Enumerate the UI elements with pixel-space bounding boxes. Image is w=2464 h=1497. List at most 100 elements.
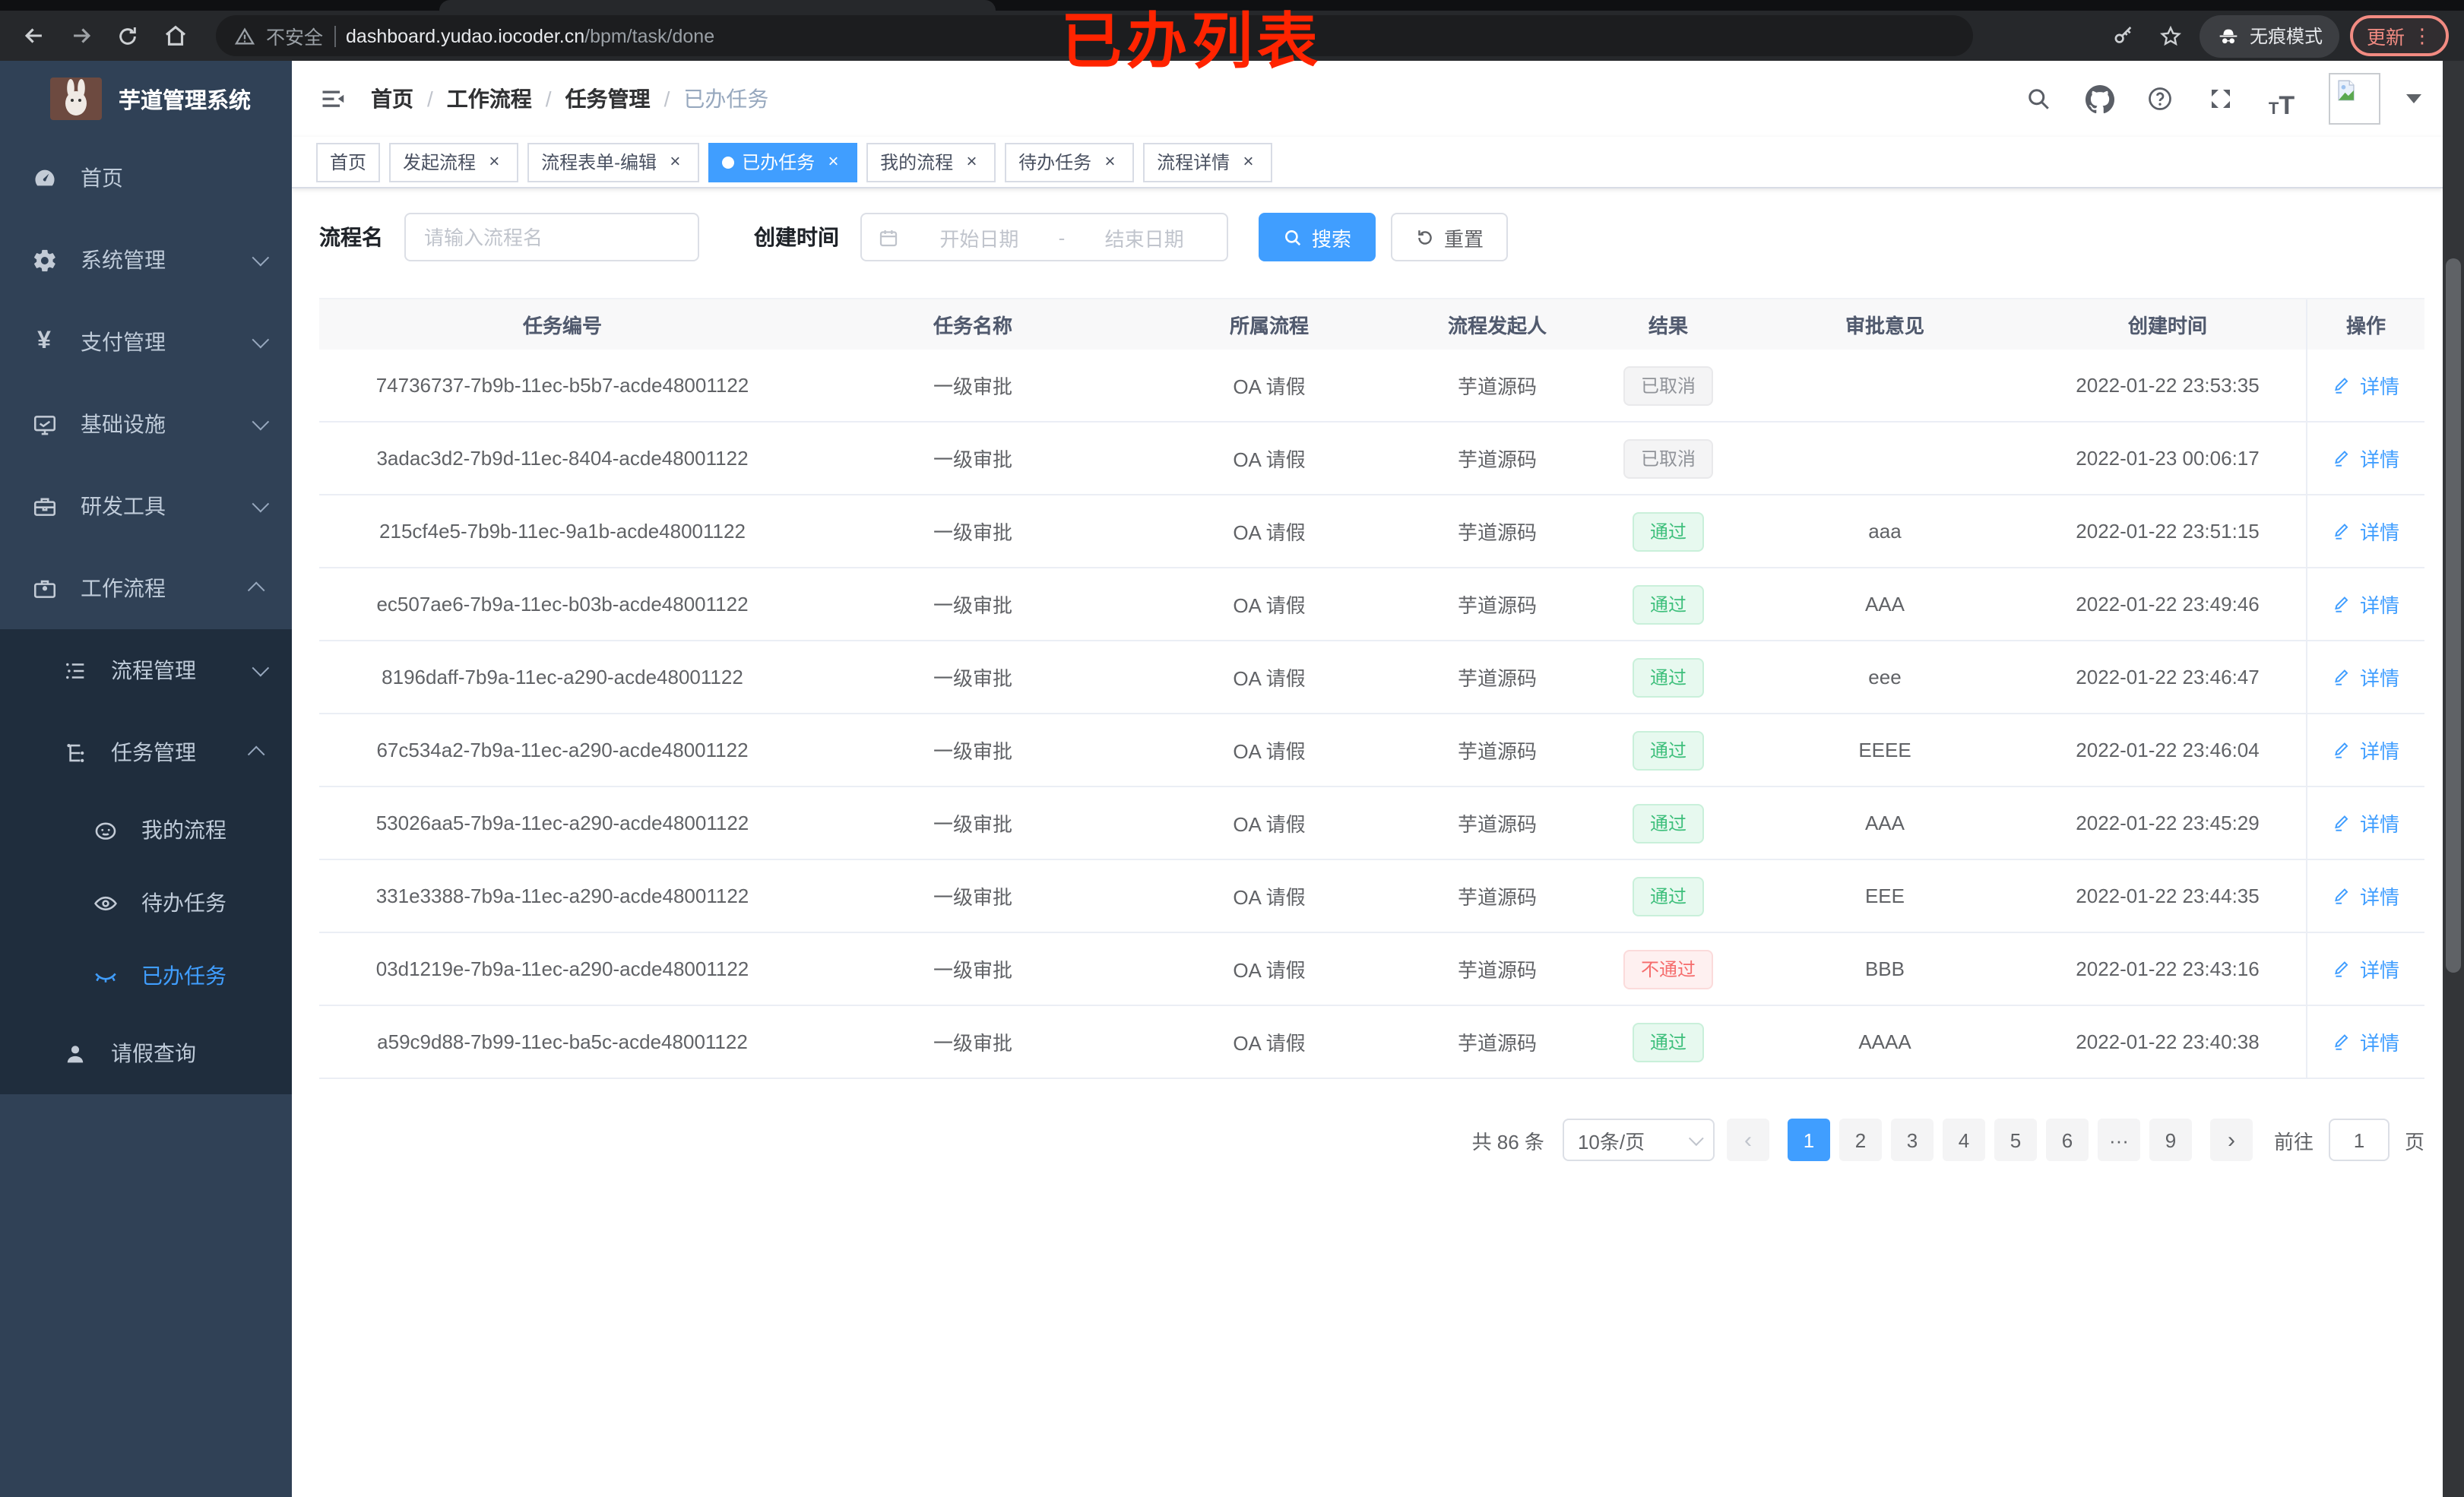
sidebar-item-home[interactable]: 首页 [0,137,292,219]
page-size-select[interactable]: 10条/页 [1562,1119,1715,1161]
page-more[interactable]: ··· [2097,1119,2140,1161]
result-tag: 通过 [1633,803,1703,843]
forward-icon[interactable] [62,17,99,54]
breadcrumb-home[interactable]: 首页 [371,84,413,114]
date-range-input[interactable]: 开始日期 - 结束日期 [860,213,1228,261]
detail-link[interactable]: 详情 [2333,809,2399,837]
sidebar-item-task-mgmt[interactable]: 任务管理 [0,711,292,793]
help-icon[interactable] [2140,79,2180,119]
sidebar-item-payment[interactable]: ¥ 支付管理 [0,301,292,383]
cell-task-name: 一级审批 [933,813,1012,836]
tab-todo-tasks[interactable]: 待办任务 × [1005,142,1135,182]
page-6[interactable]: 6 [2045,1119,2089,1161]
bookmark-star-icon[interactable] [2152,17,2189,54]
github-icon[interactable] [2079,79,2119,119]
detail-link[interactable]: 详情 [2333,444,2399,473]
incognito-icon [2216,24,2241,48]
page-9[interactable]: 9 [2149,1119,2192,1161]
browser-update-button[interactable]: 更新 ⋮ [2349,15,2449,56]
process-name-input[interactable] [404,213,699,261]
back-icon[interactable] [15,17,52,54]
tab-home[interactable]: 首页 [316,142,381,182]
reload-icon[interactable] [109,17,146,54]
detail-link[interactable]: 详情 [2333,663,2399,692]
page-1[interactable]: 1 [1787,1119,1830,1161]
cell-starter: 芋道源码 [1457,521,1537,544]
edit-icon [2336,888,2349,904]
close-icon[interactable]: × [961,150,982,172]
avatar-caret-icon[interactable] [2406,94,2421,103]
tab-proc-detail[interactable]: 流程详情 × [1143,142,1273,182]
sidebar-fold-icon[interactable] [319,85,347,112]
edit-icon [2336,961,2349,977]
sidebar-item-process-mgmt[interactable]: 流程管理 [0,629,292,711]
breadcrumb-task-mgmt[interactable]: 任务管理 [546,84,651,114]
sidebar-item-system[interactable]: 系统管理 [0,219,292,301]
close-icon[interactable]: × [1237,150,1259,172]
sidebar-item-todo-tasks[interactable]: 待办任务 [0,866,292,939]
column-header: 所属流程 [1229,315,1309,337]
detail-link[interactable]: 详情 [2333,1027,2399,1056]
cell-comment: EEEE [1858,739,1911,761]
edit-icon [2336,669,2349,685]
yen-icon: ¥ [37,328,51,354]
eye-closed-icon [91,962,119,989]
cell-create-time: 2022-01-22 23:46:04 [2076,739,2260,761]
security-warning-icon[interactable] [234,25,255,46]
app-logo [50,78,102,120]
cell-starter: 芋道源码 [1457,448,1537,471]
sidebar-item-my-process[interactable]: 我的流程 [0,793,292,866]
goto-page-input[interactable] [2328,1119,2390,1161]
breadcrumb-workflow[interactable]: 工作流程 [427,84,532,114]
scrollbar-thumb[interactable] [2446,258,2461,973]
close-icon[interactable]: × [1099,150,1120,172]
list-icon [61,657,88,684]
sidebar-item-done-tasks[interactable]: 已办任务 [0,939,292,1012]
home-icon[interactable] [157,17,193,54]
tab-my-process[interactable]: 我的流程 × [866,142,996,182]
prev-page-button[interactable]: ‹ [1726,1119,1769,1161]
fullscreen-icon[interactable] [2201,79,2241,119]
search-icon[interactable] [2019,79,2058,119]
sidebar-item-devtools[interactable]: 研发工具 [0,465,292,547]
total-count: 共 86 条 [1471,1130,1544,1153]
page-2[interactable]: 2 [1838,1119,1882,1161]
next-page-button[interactable]: › [2209,1119,2253,1161]
table-header: 任务编号 任务名称 所属流程 流程发起人 结果 审批意见 创建时间 操作 [319,298,2424,350]
reset-button[interactable]: 重置 [1391,213,1509,261]
font-size-icon[interactable]: TT [2262,79,2301,119]
update-label: 更新 [2366,27,2405,49]
detail-link[interactable]: 详情 [2333,371,2399,400]
detail-link[interactable]: 详情 [2333,954,2399,983]
browser-active-tab[interactable] [439,0,996,11]
cell-task-name: 一级审批 [933,740,1012,763]
sidebar-item-infra[interactable]: 基础设施 [0,383,292,465]
tab-start-proc[interactable]: 发起流程 × [389,142,519,182]
detail-link[interactable]: 详情 [2333,881,2399,910]
page-5[interactable]: 5 [1994,1119,2037,1161]
sidebar-item-leave-query[interactable]: 请假查询 [0,1012,292,1094]
close-icon[interactable]: × [483,150,505,172]
process-name-label: 流程名 [319,225,383,249]
detail-link[interactable]: 详情 [2333,736,2399,764]
close-icon[interactable]: × [664,150,686,172]
detail-link[interactable]: 详情 [2333,517,2399,546]
browser-menu-icon[interactable]: ⋮ [2412,24,2432,48]
close-icon[interactable]: × [822,150,844,172]
page-4[interactable]: 4 [1942,1119,1985,1161]
password-key-icon[interactable] [2105,17,2142,54]
edit-icon [2336,742,2349,758]
tab-done-tasks[interactable]: 已办任务 × [708,142,858,182]
breadcrumb-done[interactable]: 已办任务 [664,84,768,114]
search-button[interactable]: 搜索 [1259,213,1376,261]
sidebar-logo-row[interactable]: 芋道管理系统 [0,61,292,137]
page-3[interactable]: 3 [1890,1119,1934,1161]
detail-link[interactable]: 详情 [2333,590,2399,619]
avatar[interactable] [2329,73,2380,125]
page-list: 1 2 3 4 5 6 ··· 9 [1787,1119,2192,1161]
column-header: 操作 [2306,299,2424,350]
sidebar-item-workflow[interactable]: 工作流程 [0,547,292,629]
tab-form-edit[interactable]: 流程表单-编辑 × [527,142,700,182]
table-body: 74736737-7b9b-11ec-b5b7-acde48001122 一级审… [319,350,2424,1079]
cell-comment: BBB [1864,957,1905,980]
